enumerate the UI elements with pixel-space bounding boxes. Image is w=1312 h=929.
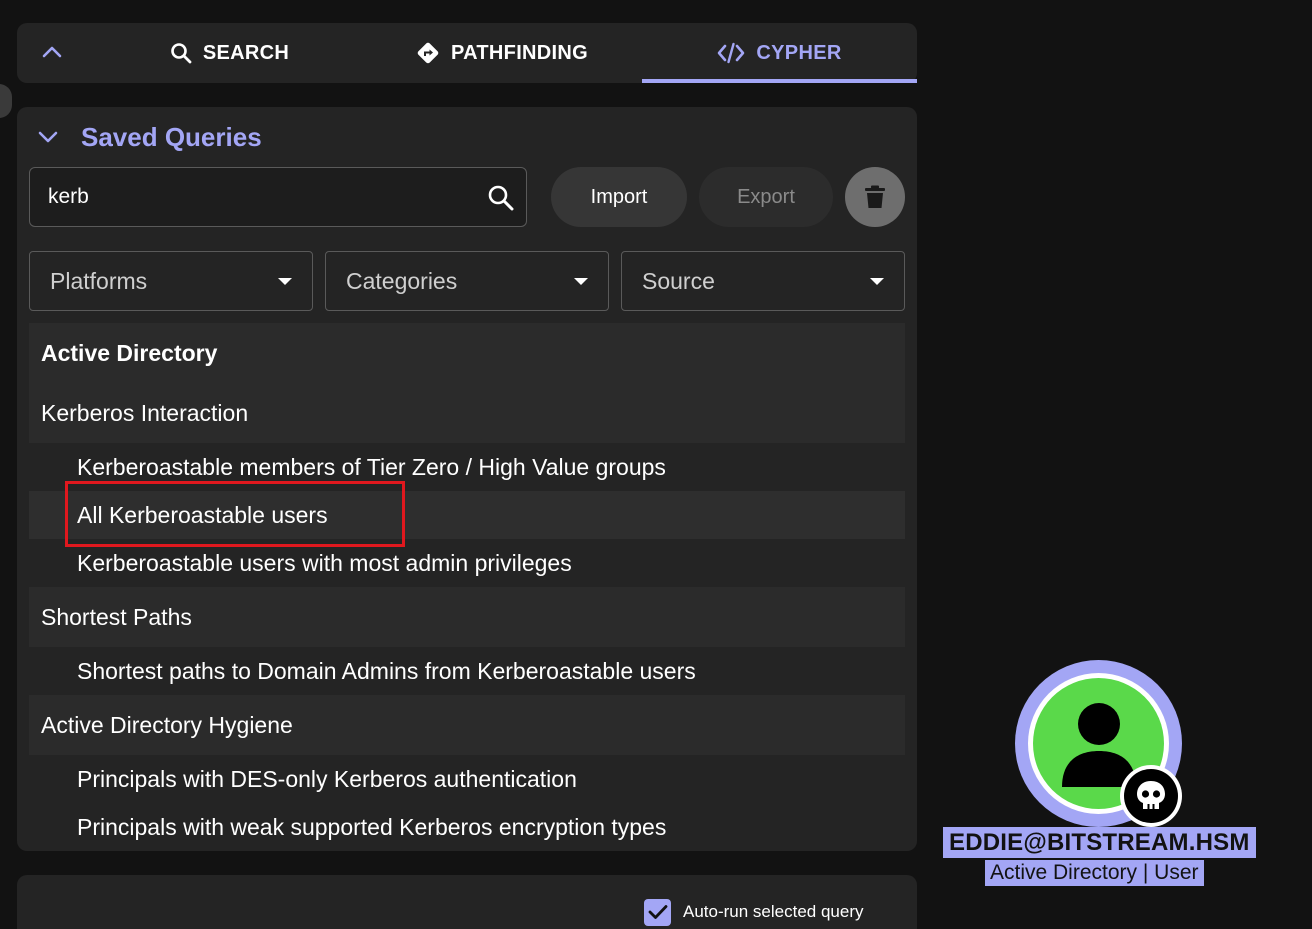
search-icon [171, 43, 192, 64]
query-item[interactable]: Kerberoastable users with most admin pri… [29, 539, 905, 587]
app-stage: SEARCH PATHFINDING CYPHER Saved Queries … [0, 0, 1312, 929]
badge-core [1124, 769, 1178, 823]
query-item-selected[interactable]: All Kerberoastable users [29, 491, 905, 539]
top-tab-bar: SEARCH PATHFINDING CYPHER [17, 23, 917, 83]
query-item[interactable]: Kerberoastable members of Tier Zero / Hi… [29, 443, 905, 491]
query-item[interactable]: Principals with weak supported Kerberos … [29, 803, 905, 851]
collapse-panel-button[interactable] [37, 37, 67, 67]
chevron-up-icon [42, 46, 62, 58]
query-item[interactable]: Shortest paths to Domain Admins from Ker… [29, 647, 905, 695]
caret-down-icon [278, 278, 292, 285]
caret-down-icon [870, 278, 884, 285]
source-dropdown[interactable]: Source [621, 251, 905, 311]
import-button[interactable]: Import [551, 167, 687, 227]
tab-pathfinding[interactable]: PATHFINDING [407, 23, 597, 83]
autorun-checkbox[interactable] [644, 898, 671, 926]
categories-dropdown-label: Categories [346, 268, 458, 294]
route-diamond-icon [417, 42, 439, 64]
skull-icon [1137, 781, 1165, 809]
platform-heading: Active Directory [29, 323, 905, 383]
category-heading: Shortest Paths [29, 587, 905, 647]
categories-dropdown[interactable]: Categories [325, 251, 609, 311]
trash-icon [865, 185, 885, 208]
caret-down-icon [574, 278, 588, 285]
code-icon [718, 42, 745, 64]
checkmark-icon [648, 905, 667, 919]
side-panel-handle[interactable] [0, 84, 12, 118]
saved-queries-title: Saved Queries [81, 121, 262, 152]
saved-queries-panel: Saved Queries Import Export Platforms Ca… [17, 107, 917, 851]
platforms-dropdown-label: Platforms [50, 268, 148, 294]
tab-cypher-label: CYPHER [756, 41, 842, 64]
node-type-label: Active Directory | User [985, 860, 1204, 886]
autorun-toggle[interactable]: Auto-run selected query [644, 898, 864, 926]
delete-button[interactable] [845, 167, 905, 227]
tab-cypher[interactable]: CYPHER [642, 23, 917, 83]
saved-queries-header[interactable]: Saved Queries [37, 119, 262, 155]
export-button[interactable]: Export [699, 167, 833, 227]
autorun-label: Auto-run selected query [683, 902, 864, 921]
active-tab-indicator [642, 79, 917, 83]
platforms-dropdown[interactable]: Platforms [29, 251, 313, 311]
tab-pathfinding-label: PATHFINDING [451, 41, 588, 64]
chevron-down-icon [38, 131, 58, 143]
query-search-field [29, 167, 527, 227]
query-search-input[interactable] [48, 168, 468, 226]
node-name-label: EDDIE@BITSTREAM.HSM [943, 827, 1256, 858]
category-heading: Active Directory Hygiene [29, 695, 905, 755]
tab-search[interactable]: SEARCH [162, 23, 297, 83]
category-heading: Kerberos Interaction [29, 383, 905, 443]
source-dropdown-label: Source [642, 268, 715, 294]
tab-search-label: SEARCH [202, 41, 290, 64]
query-item[interactable]: Principals with DES-only Kerberos authen… [29, 755, 905, 803]
query-options-panel: Auto-run selected query [17, 875, 917, 929]
search-icon[interactable] [486, 183, 516, 213]
node-badge [1120, 765, 1182, 827]
